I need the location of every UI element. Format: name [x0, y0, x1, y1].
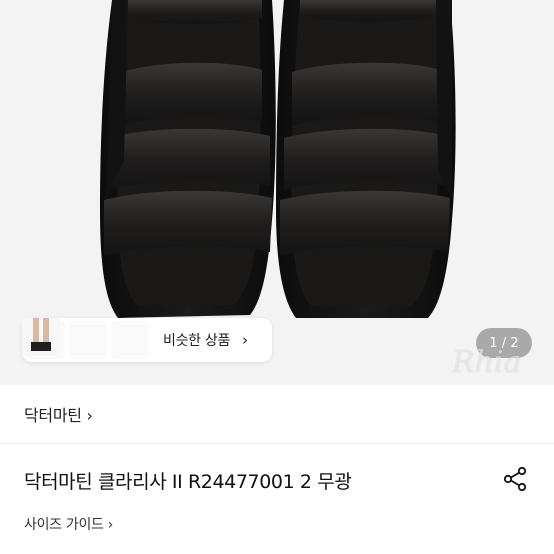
chevron-right-icon: › — [242, 331, 249, 349]
divider — [0, 443, 554, 444]
similar-products-label: 비슷한 상품 — [163, 333, 231, 349]
similar-products-button[interactable]: 비슷한 상품 › — [22, 318, 272, 362]
share-icon[interactable] — [502, 466, 528, 492]
product-title: 닥터마틴 클라리사 II R24477001 2 무광 — [24, 470, 352, 493]
brand-link[interactable]: 닥터마틴 › — [24, 402, 93, 426]
size-guide-link[interactable]: 사이즈 가이드 › — [24, 514, 113, 534]
legs-sandal-thumb-icon — [22, 318, 149, 359]
product-title-row: 닥터마틴 클라리사 II R24477001 2 무광 — [0, 462, 554, 498]
brand-row[interactable]: 닥터마틴 › — [0, 385, 554, 443]
product-image[interactable]: 비슷한 상품 › 1 / 2 Rhia — [0, 0, 554, 385]
shoe-thumb-icon — [22, 318, 107, 359]
watermark-logo: Rhia — [452, 345, 522, 380]
product-page: 비슷한 상품 › 1 / 2 Rhia 닥터마틴 › 닥터마틴 클라리사 II … — [0, 0, 554, 554]
